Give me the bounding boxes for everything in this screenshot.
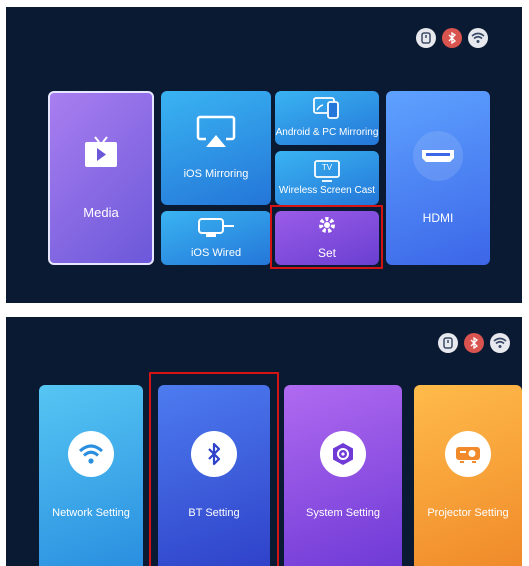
media-label: Media [83, 204, 119, 220]
home-screen: Media iOS Mirroring iOS Wired Android & … [6, 7, 522, 303]
ios-wired-label: iOS Wired [190, 246, 242, 259]
wifi-icon [68, 430, 114, 477]
bt-setting-label: BT Setting [188, 506, 240, 519]
projector-setting-tile[interactable]: Projector Setting [414, 385, 522, 566]
status-bar [416, 28, 488, 48]
bluetooth-off-icon [442, 28, 462, 48]
wifi-icon [490, 333, 510, 353]
cable-icon [196, 216, 236, 243]
hdmi-tile[interactable]: HDMI [386, 91, 490, 265]
usb-icon [416, 28, 436, 48]
bluetooth-off-icon [464, 333, 484, 353]
network-setting-label: Network Setting [52, 506, 130, 519]
tv-badge: TV [321, 162, 333, 172]
android-pc-mirroring-tile[interactable]: Android & PC Mirroring [275, 91, 379, 145]
phone-cast-icon [313, 97, 341, 124]
settings-screen: Network Setting BT Setting System Settin… [6, 317, 522, 566]
hexagon-settings-icon [320, 430, 366, 477]
wifi-icon [468, 28, 488, 48]
tv-cast-icon: TV [314, 159, 340, 182]
hdmi-icon [413, 130, 463, 181]
system-setting-label: System Setting [306, 506, 380, 519]
airplay-icon [196, 115, 236, 154]
projector-icon [445, 430, 491, 477]
hdmi-label: HDMI [422, 210, 454, 225]
bluetooth-icon [191, 430, 237, 477]
set-tile[interactable]: Set [275, 211, 379, 265]
ios-mirroring-tile[interactable]: iOS Mirroring [161, 91, 271, 205]
projector-setting-label: Projector Setting [427, 506, 509, 519]
set-label: Set [317, 246, 336, 261]
android-pc-mirroring-label: Android & PC Mirroring [275, 127, 379, 138]
ios-mirroring-label: iOS Mirroring [183, 167, 249, 180]
wireless-screen-cast-label: Wireless Screen Cast [278, 184, 376, 196]
status-bar [438, 333, 510, 353]
system-setting-tile[interactable]: System Setting [284, 385, 402, 566]
ios-wired-tile[interactable]: iOS Wired [161, 211, 271, 265]
network-setting-tile[interactable]: Network Setting [39, 385, 143, 566]
gear-icon [317, 215, 337, 240]
usb-icon [438, 333, 458, 353]
media-tile[interactable]: Media [48, 91, 154, 265]
bt-setting-tile[interactable]: BT Setting [158, 385, 270, 566]
tv-play-icon [84, 136, 118, 173]
wireless-screen-cast-tile[interactable]: TV Wireless Screen Cast [275, 151, 379, 205]
